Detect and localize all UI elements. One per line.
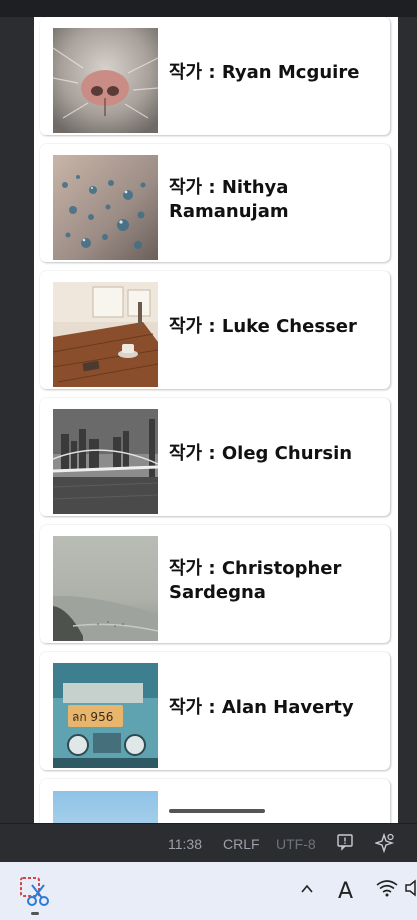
window-top-strip: [0, 0, 417, 17]
ide-status-bar: 11:38 CRLF UTF-8: [0, 823, 417, 862]
author-label: 작가 : Nithya Ramanujam: [169, 177, 289, 222]
ai-assistant-icon[interactable]: [373, 832, 395, 854]
sky-photo: [53, 791, 158, 823]
water-drops-photo: [53, 155, 158, 260]
list-item[interactable]: ลก 956 작가 : Alan Haverty: [40, 652, 390, 770]
author-label: 작가 : Alan Haverty: [169, 697, 354, 718]
list-item[interactable]: 작가 : Christopher Sardegna: [40, 525, 390, 643]
file-encoding[interactable]: UTF-8: [276, 836, 316, 852]
gesture-nav-handle[interactable]: [169, 809, 265, 813]
status-bar-text: 03 ◇ ■: [36, 17, 73, 28]
bridge-city-photo: [53, 409, 158, 514]
list-item[interactable]: 작가 : Nithya Ramanujam: [40, 144, 390, 262]
author-label: 작가 : Oleg Chursin: [169, 443, 353, 464]
os-taskbar: A: [0, 862, 417, 920]
cafe-table-photo: [53, 282, 158, 387]
wifi-icon[interactable]: [376, 878, 398, 902]
snipping-tool-icon[interactable]: [18, 875, 54, 911]
input-method-indicator[interactable]: A: [338, 879, 353, 904]
author-label: 작가 : Ryan Mcguire: [169, 62, 360, 83]
author-label: 작가 : Christopher Sardegna: [169, 558, 342, 603]
vintage-vehicle-photo: ลก 956: [53, 663, 158, 768]
volume-icon[interactable]: [405, 878, 417, 902]
foggy-beach-photo: [53, 536, 158, 641]
emulator-screen: 03 ◇ ■ 작가: Ryan Mcguire 작가: Nithya Ram…: [34, 17, 398, 823]
cat-nose-photo: [53, 28, 158, 133]
cursor-position[interactable]: 11:38: [168, 836, 202, 852]
svg-text:ลก 956: ลก 956: [72, 710, 113, 724]
list-item[interactable]: 작가 : Luke Chesser: [40, 271, 390, 389]
list-item[interactable]: 작가 : Ryan Mcguire: [40, 17, 390, 135]
list-item[interactable]: [40, 779, 390, 823]
author-label: 작가 : Luke Chesser: [169, 316, 357, 337]
active-app-indicator: [31, 912, 39, 915]
list-item[interactable]: 작가 : Oleg Chursin: [40, 398, 390, 516]
chevron-up-icon[interactable]: [299, 878, 315, 902]
line-ending[interactable]: CRLF: [223, 836, 260, 852]
notifications-icon[interactable]: [335, 833, 355, 853]
